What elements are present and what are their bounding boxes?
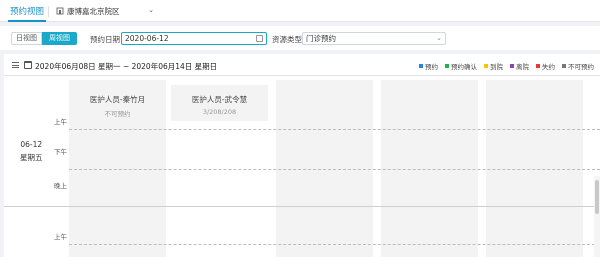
filter-bar: 日视图 周视图 预约日期 2020-06-12 资源类型 门诊预约 ⌄ [0,26,600,50]
panel-header: 2020年06月08日 星期一 ~ 2020年06月14日 星期日 预约 预约确认… [4,54,600,76]
resource-type-label: 资源类型 [272,35,302,44]
date-value: 2020-06-12 [125,34,169,43]
time-slot-label: 上午 [54,118,67,126]
legend-item: 预约 [419,62,438,71]
hospital-select[interactable]: 康博嘉北京院区 ⌄ [56,5,156,18]
legend-swatch [419,64,423,68]
day-label: 06-12 星期五 [20,138,43,164]
date-range-title: 2020年06月08日 星期一 ~ 2020年06月14日 星期日 [35,62,218,71]
legend-swatch [484,64,488,68]
calendar-icon [24,61,32,69]
legend-swatch [445,64,449,68]
top-bar: 预约视图 康博嘉北京院区 ⌄ [0,0,600,22]
staff-name: 医护人员-武令慧 [191,95,248,104]
date-label: 预约日期 [90,35,120,44]
day-view-button[interactable]: 日视图 [11,32,42,45]
legend-item: 预约确认 [445,62,477,71]
slot-divider [69,244,600,245]
legend-label: 失约 [542,63,555,71]
staff-header[interactable]: 医护人员-秦竹月 不可预约 [69,85,166,121]
tab-appointment-view[interactable]: 预约视图 [8,5,47,22]
legend-swatch [510,64,514,68]
hospital-label: 康博嘉北京院区 [67,7,120,16]
day-date: 06-12 [20,140,43,149]
day-weekday: 星期五 [20,153,43,162]
legend-swatch [562,64,566,68]
staff-availability: 不可预约 [104,110,131,118]
time-slot-label: 上午 [54,233,67,241]
legend-label: 预约确认 [451,63,477,71]
staff-header[interactable]: 医护人员-武令慧 3/208/208 [171,85,268,121]
staff-availability: 3/208/208 [202,108,237,116]
week-view-button[interactable]: 周视图 [42,32,77,45]
legend-label: 不可预约 [568,63,594,71]
legend-item: 到院 [484,62,503,71]
legend-swatch [536,64,540,68]
legend-label: 到院 [490,63,503,71]
legend-item: 离院 [510,62,529,71]
legend-item: 不可预约 [562,62,594,71]
calendar-icon [256,35,263,42]
divider [48,6,49,17]
status-legend: 预约 预约确认 到院 离院 失约 不可预约 [419,62,594,71]
menu-icon[interactable] [12,62,19,68]
time-slot-label: 晚上 [54,182,67,190]
day-divider [4,206,600,207]
time-slot-label: 下午 [54,148,67,156]
legend-label: 预约 [425,63,438,71]
chevron-down-icon: ⌄ [148,6,154,14]
calendar-panel: 2020年06月08日 星期一 ~ 2020年06月14日 星期日 预约 预约确认… [4,54,600,257]
date-input[interactable]: 2020-06-12 [121,32,267,45]
chevron-down-icon: ⌄ [436,34,442,42]
scrollbar-thumb[interactable] [595,180,599,214]
schedule-grid: 医护人员-秦竹月 不可预约 医护人员-武令慧 3/208/208 上午 下午 晚… [4,80,600,257]
legend-label: 离院 [516,63,529,71]
resource-type-select[interactable]: 门诊预约 ⌄ [302,32,446,45]
staff-name: 医护人员-秦竹月 [89,95,146,104]
slot-divider [69,169,600,170]
hospital-icon [56,7,64,15]
resource-type-value: 门诊预约 [306,34,336,43]
legend-item: 失约 [536,62,555,71]
slot-divider [69,129,600,130]
